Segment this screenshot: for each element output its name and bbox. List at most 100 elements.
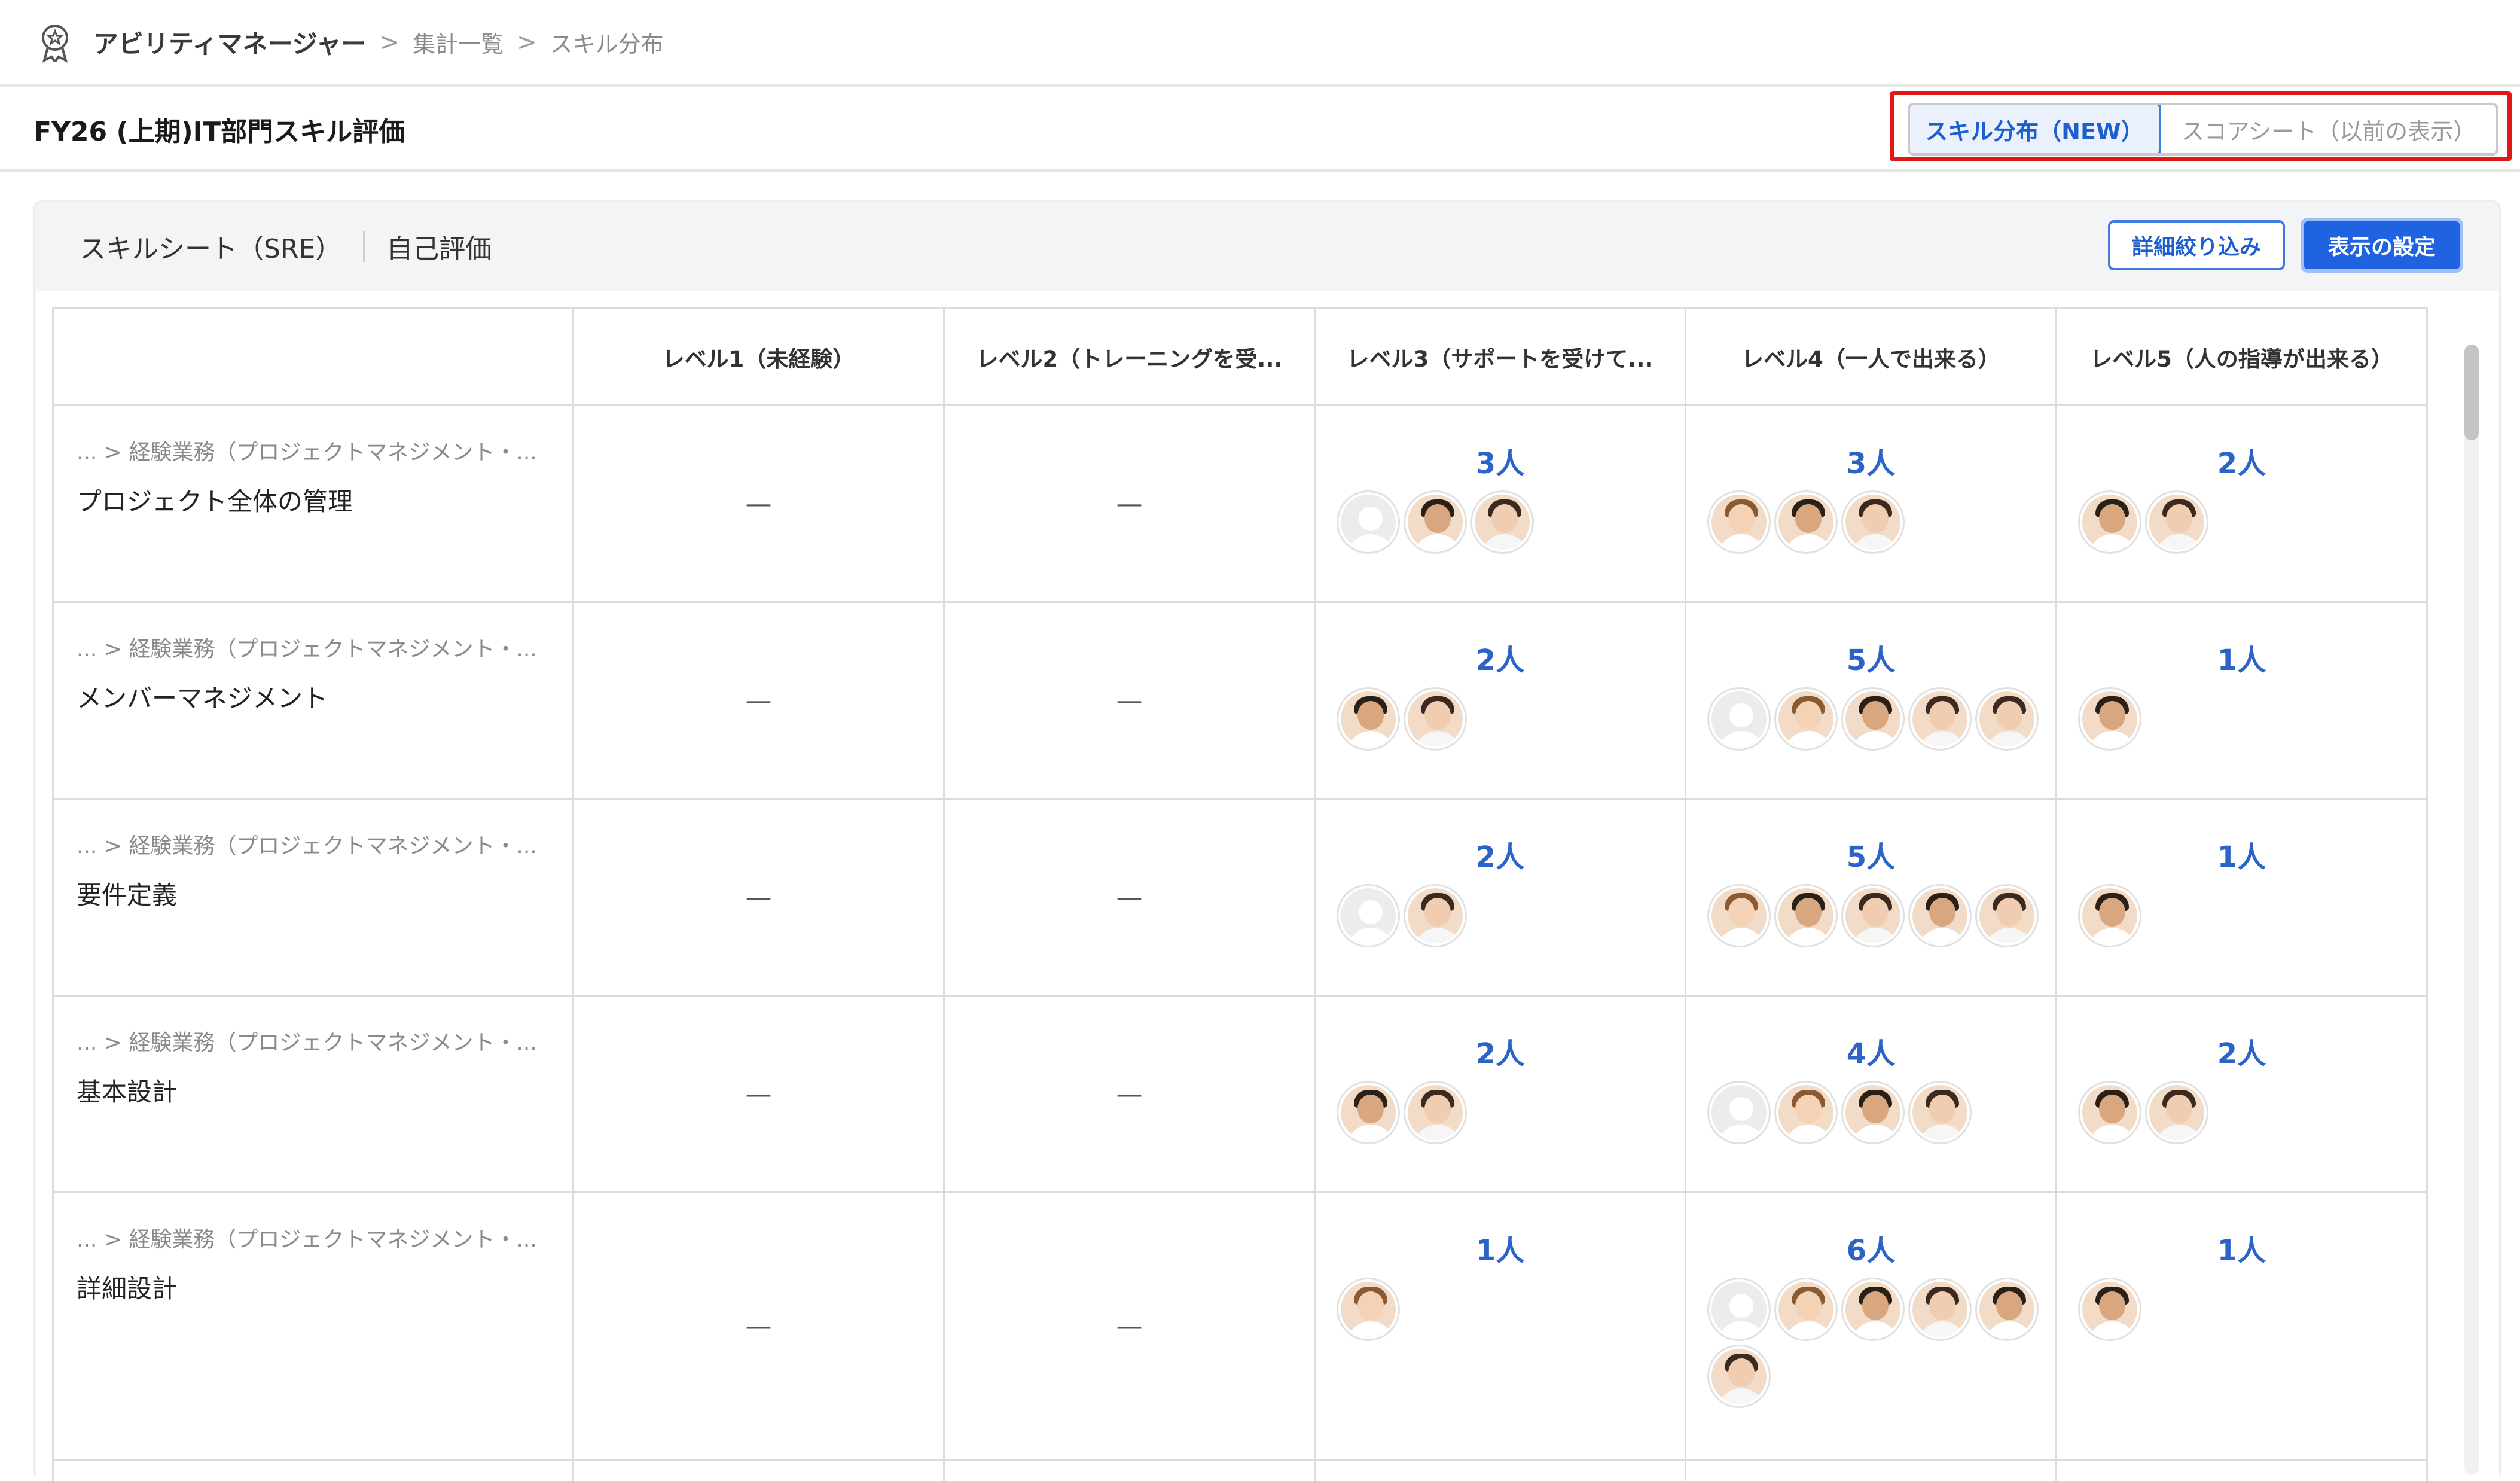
member-count-link[interactable]: 3人 <box>1316 440 1685 482</box>
user-avatar[interactable] <box>1776 689 1836 749</box>
table-scroll-area[interactable]: レベル1（未経験） レベル2（トレーニングを受... レベル3（サポートを受けて… <box>36 291 2499 1481</box>
user-avatar[interactable] <box>1338 1083 1398 1142</box>
avatar-face <box>1357 1095 1384 1123</box>
user-avatar[interactable] <box>1977 1279 2037 1339</box>
user-avatar[interactable] <box>2080 1083 2140 1142</box>
user-avatar[interactable] <box>1709 492 1769 552</box>
member-count-link[interactable]: 2人 <box>1316 833 1685 875</box>
member-count-link[interactable]: 4人 <box>1686 1030 2055 1072</box>
user-avatar[interactable] <box>2080 689 2140 749</box>
member-count-link[interactable]: 1人 <box>1316 1227 1685 1269</box>
default-avatar-icon[interactable] <box>1338 886 1398 946</box>
user-avatar[interactable] <box>2080 492 2140 552</box>
scrollbar-thumb[interactable] <box>2464 345 2479 440</box>
user-avatar[interactable] <box>1977 886 2037 946</box>
award-ribbon-icon <box>33 21 77 64</box>
breadcrumb-summary-list-link[interactable]: 集計一覧 <box>413 26 504 59</box>
user-avatar[interactable] <box>1472 492 1532 552</box>
user-avatar[interactable] <box>1709 1346 1769 1406</box>
avatar-body <box>1985 1321 2033 1339</box>
member-count-link[interactable]: 2人 <box>2057 1030 2426 1072</box>
user-avatar[interactable] <box>1843 1083 1903 1142</box>
table-body: ... > 経験業務（プロジェクトマネジメント・...プロジェクト全体の管理——… <box>53 406 2427 1481</box>
avatar-body <box>1414 534 1462 552</box>
avatar-group <box>2057 1083 2410 1142</box>
view-score-sheet-tab[interactable]: スコアシート（以前の表示） <box>2161 105 2496 153</box>
empty-dash: — <box>746 1311 772 1342</box>
table-header-row: レベル1（未経験） レベル2（トレーニングを受... レベル3（サポートを受けて… <box>53 309 2427 406</box>
level-cell: 5人 <box>1686 799 2057 996</box>
avatar-group <box>1316 886 1668 946</box>
member-count-link[interactable]: 5人 <box>1686 833 2055 875</box>
member-count-link[interactable]: 6人 <box>1686 1227 2055 1269</box>
default-avatar-icon[interactable] <box>1709 1083 1769 1142</box>
table-cell <box>1315 1461 1686 1481</box>
level-cell: 1人 <box>2057 799 2427 996</box>
avatar-face <box>1424 1095 1451 1123</box>
user-avatar[interactable] <box>1977 689 2037 749</box>
user-avatar[interactable] <box>1910 886 1970 946</box>
user-avatar[interactable] <box>1405 689 1465 749</box>
level-cell: 3人 <box>1315 406 1686 602</box>
user-avatar[interactable] <box>2147 1083 2207 1142</box>
user-avatar[interactable] <box>1776 1279 1836 1339</box>
skill-category-path: ... > 経験業務（プロジェクトマネジメント・... <box>77 1025 572 1056</box>
member-count-link[interactable]: 2人 <box>1316 1030 1685 1072</box>
display-settings-button[interactable]: 表示の設定 <box>2301 218 2463 273</box>
avatar-face <box>1424 898 1451 927</box>
user-avatar[interactable] <box>1843 1279 1903 1339</box>
avatar-face <box>1862 504 1889 533</box>
user-avatar[interactable] <box>1405 492 1465 552</box>
user-avatar[interactable] <box>1843 492 1903 552</box>
column-header-level5: レベル5（人の指導が出来る） <box>2057 309 2427 406</box>
user-avatar[interactable] <box>1910 1279 1970 1339</box>
level-cell-empty: — <box>573 799 944 996</box>
user-avatar[interactable] <box>1776 492 1836 552</box>
avatar-face <box>1929 1291 1955 1320</box>
member-count-link[interactable]: 5人 <box>1686 636 2055 678</box>
user-avatar[interactable] <box>1776 1083 1836 1142</box>
avatar-face <box>1795 701 1822 730</box>
user-avatar[interactable] <box>1338 1279 1398 1339</box>
user-avatar[interactable] <box>2147 492 2207 552</box>
user-avatar[interactable] <box>1910 1083 1970 1142</box>
member-count-link[interactable]: 1人 <box>2057 1227 2426 1269</box>
avatar-face <box>1795 1095 1822 1123</box>
user-avatar[interactable] <box>1338 689 1398 749</box>
user-avatar[interactable] <box>2080 1279 2140 1339</box>
user-avatar[interactable] <box>1405 886 1465 946</box>
user-avatar[interactable] <box>1843 689 1903 749</box>
chevron-right-icon: > <box>380 29 400 56</box>
user-avatar[interactable] <box>1776 886 1836 946</box>
user-avatar[interactable] <box>1910 689 1970 749</box>
avatar-face <box>2099 701 2125 730</box>
member-count-link[interactable]: 1人 <box>2057 636 2426 678</box>
view-skill-distribution-tab[interactable]: スキル分布（NEW） <box>1908 103 2161 156</box>
user-avatar[interactable] <box>1843 886 1903 946</box>
table-row: ... > 経験業務（プロジェクトマネジメント・...メンバーマネジメント——2… <box>53 602 2427 799</box>
user-avatar[interactable] <box>1405 1083 1465 1142</box>
breadcrumb-app-link[interactable]: アビリティマネージャー <box>93 24 367 60</box>
default-avatar-icon[interactable] <box>1709 689 1769 749</box>
default-avatar-icon[interactable] <box>1709 1279 1769 1339</box>
avatar-silhouette-body <box>1717 1321 1765 1339</box>
avatar-body <box>1851 534 1899 552</box>
member-count-link[interactable]: 2人 <box>2057 440 2426 482</box>
member-count-link[interactable]: 2人 <box>1316 636 1685 678</box>
user-avatar[interactable] <box>1709 886 1769 946</box>
user-avatar[interactable] <box>2080 886 2140 946</box>
member-count-link[interactable]: 1人 <box>2057 833 2426 875</box>
avatar-silhouette-body <box>1347 534 1395 552</box>
avatar-silhouette-head <box>1729 1294 1753 1318</box>
vertical-scrollbar[interactable] <box>2464 345 2479 1475</box>
level-cell-empty: — <box>573 602 944 799</box>
avatar-body <box>1918 1321 1966 1339</box>
skill-name: 要件定義 <box>77 875 572 912</box>
page-title: FY26 (上期)IT部門スキル評価 <box>33 110 405 148</box>
table-cell <box>1686 1461 2057 1481</box>
avatar-face <box>1929 898 1955 927</box>
member-count-link[interactable]: 3人 <box>1686 440 2055 482</box>
default-avatar-icon[interactable] <box>1338 492 1398 552</box>
skill-cell: ... > 経験業務（プロジェクトマネジメント・...要件定義 <box>53 799 573 996</box>
advanced-filter-button[interactable]: 詳細絞り込み <box>2108 220 2285 270</box>
